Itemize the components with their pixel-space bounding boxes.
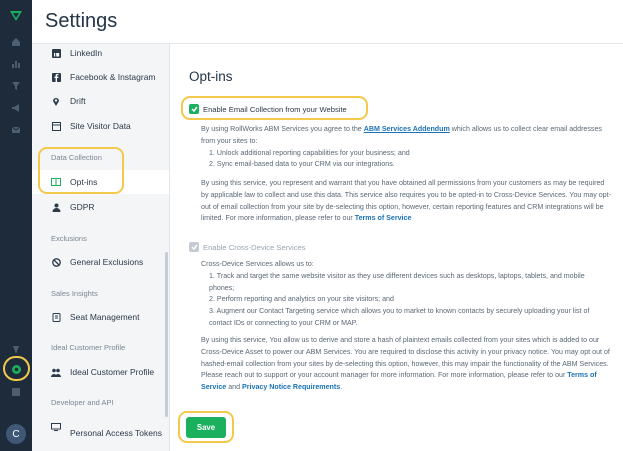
token-icon <box>51 422 61 432</box>
section-exclusions: Exclusions <box>51 234 87 243</box>
privacy-notice-link[interactable]: Privacy Notice Requirements <box>242 383 340 391</box>
avatar[interactable]: C <box>6 424 26 444</box>
sidebar-item-label: Seat Management <box>70 311 140 322</box>
sidebar-item-general-exclusions[interactable]: General Exclusions <box>32 250 169 274</box>
facebook-icon <box>51 72 61 82</box>
cross-device-checkbox <box>189 242 199 252</box>
seat-icon <box>51 312 61 322</box>
gear-icon[interactable] <box>0 359 32 379</box>
email-description: By using RollWorks ABM Services you agre… <box>201 124 611 171</box>
opt-ins-highlight <box>38 147 124 194</box>
terms-of-service-link[interactable]: Terms of Service <box>355 214 412 222</box>
page-title: Settings <box>45 10 118 32</box>
list-item: 1. Track and target the same website vis… <box>209 271 585 292</box>
check-icon <box>190 106 198 112</box>
list-item: 3. Augment our Contact Targeting service… <box>209 307 590 327</box>
sidebar-item-seat-management[interactable]: Seat Management <box>32 305 169 329</box>
sidebar-scrollbar[interactable] <box>165 252 168 417</box>
filter-icon[interactable] <box>0 76 32 96</box>
mail-icon[interactable] <box>0 120 32 140</box>
sidebar-item-facebook-instagram[interactable]: Facebook & Instagram <box>32 65 169 89</box>
profile-icon <box>51 367 61 377</box>
abm-services-addendum-link[interactable]: ABM Services Addendum <box>364 125 450 133</box>
sidebar-item-ideal-customer-profile[interactable]: Ideal Customer Profile <box>32 360 169 384</box>
settings-sidebar: LinkedIn Facebook & Instagram Drift Site… <box>32 44 170 451</box>
list-item: 2. Sync email-based data to your CRM via… <box>209 160 395 169</box>
section-developer-api: Developer and API <box>51 398 114 407</box>
linkedin-icon <box>51 48 61 58</box>
logo-icon[interactable] <box>0 6 32 26</box>
home-icon[interactable] <box>0 32 32 52</box>
cross-device-label: Enable Cross-Device Services <box>203 243 306 252</box>
block-icon <box>51 257 61 267</box>
sidebar-item-label: Drift <box>70 95 86 106</box>
section-title: Opt-ins <box>189 69 233 84</box>
list-item: 1. Unlock additional reporting capabilit… <box>209 148 410 157</box>
sidebar-item-label: LinkedIn <box>70 47 103 58</box>
sidebar-item-label: Personal Access Tokens <box>70 427 162 438</box>
cross-device-terms-paragraph: By using this service, You allow us to d… <box>201 336 610 392</box>
section-ideal-customer-profile: Ideal Customer Profile <box>51 343 126 352</box>
sidebar-item-label: GDPR <box>70 201 95 212</box>
sidebar-item-label: General Exclusions <box>70 256 144 267</box>
site-data-icon <box>51 121 61 131</box>
list-item: 2. Perform reporting and analytics on yo… <box>209 295 394 304</box>
sidebar-item-gdpr[interactable]: GDPR <box>32 195 169 219</box>
icon-rail: C <box>0 0 32 451</box>
sidebar-item-drift[interactable]: Drift <box>32 89 169 113</box>
header: Settings <box>32 0 623 44</box>
opt-ins-panel: Opt-ins Enable Email Collection from you… <box>171 45 623 451</box>
sidebar-item-site-visitor-data[interactable]: Site Visitor Data <box>32 114 169 138</box>
sidebar-item-label: Ideal Customer Profile <box>70 366 155 377</box>
chart-icon[interactable] <box>0 54 32 74</box>
user-icon <box>51 202 61 212</box>
email-collection-label: Enable Email Collection from your Websit… <box>203 105 347 114</box>
save-button[interactable]: Save <box>186 417 226 438</box>
cross-device-description: Cross-Device Services allows us to: 1. T… <box>201 259 611 330</box>
email-collection-checkbox[interactable] <box>189 104 199 114</box>
check-icon <box>190 244 198 250</box>
sidebar-item-label: Site Visitor Data <box>70 120 131 131</box>
sidebar-item-personal-access-tokens[interactable]: Personal Access Tokens <box>32 418 169 448</box>
book-icon[interactable] <box>0 382 32 402</box>
sidebar-item-label: Facebook & Instagram <box>70 71 156 82</box>
drift-icon <box>51 96 61 106</box>
megaphone-icon[interactable] <box>0 98 32 118</box>
section-sales-insights: Sales Insights <box>51 289 98 298</box>
sidebar-item-linkedin[interactable]: LinkedIn <box>32 44 169 65</box>
email-terms-paragraph: By using this service, you represent and… <box>201 179 611 223</box>
